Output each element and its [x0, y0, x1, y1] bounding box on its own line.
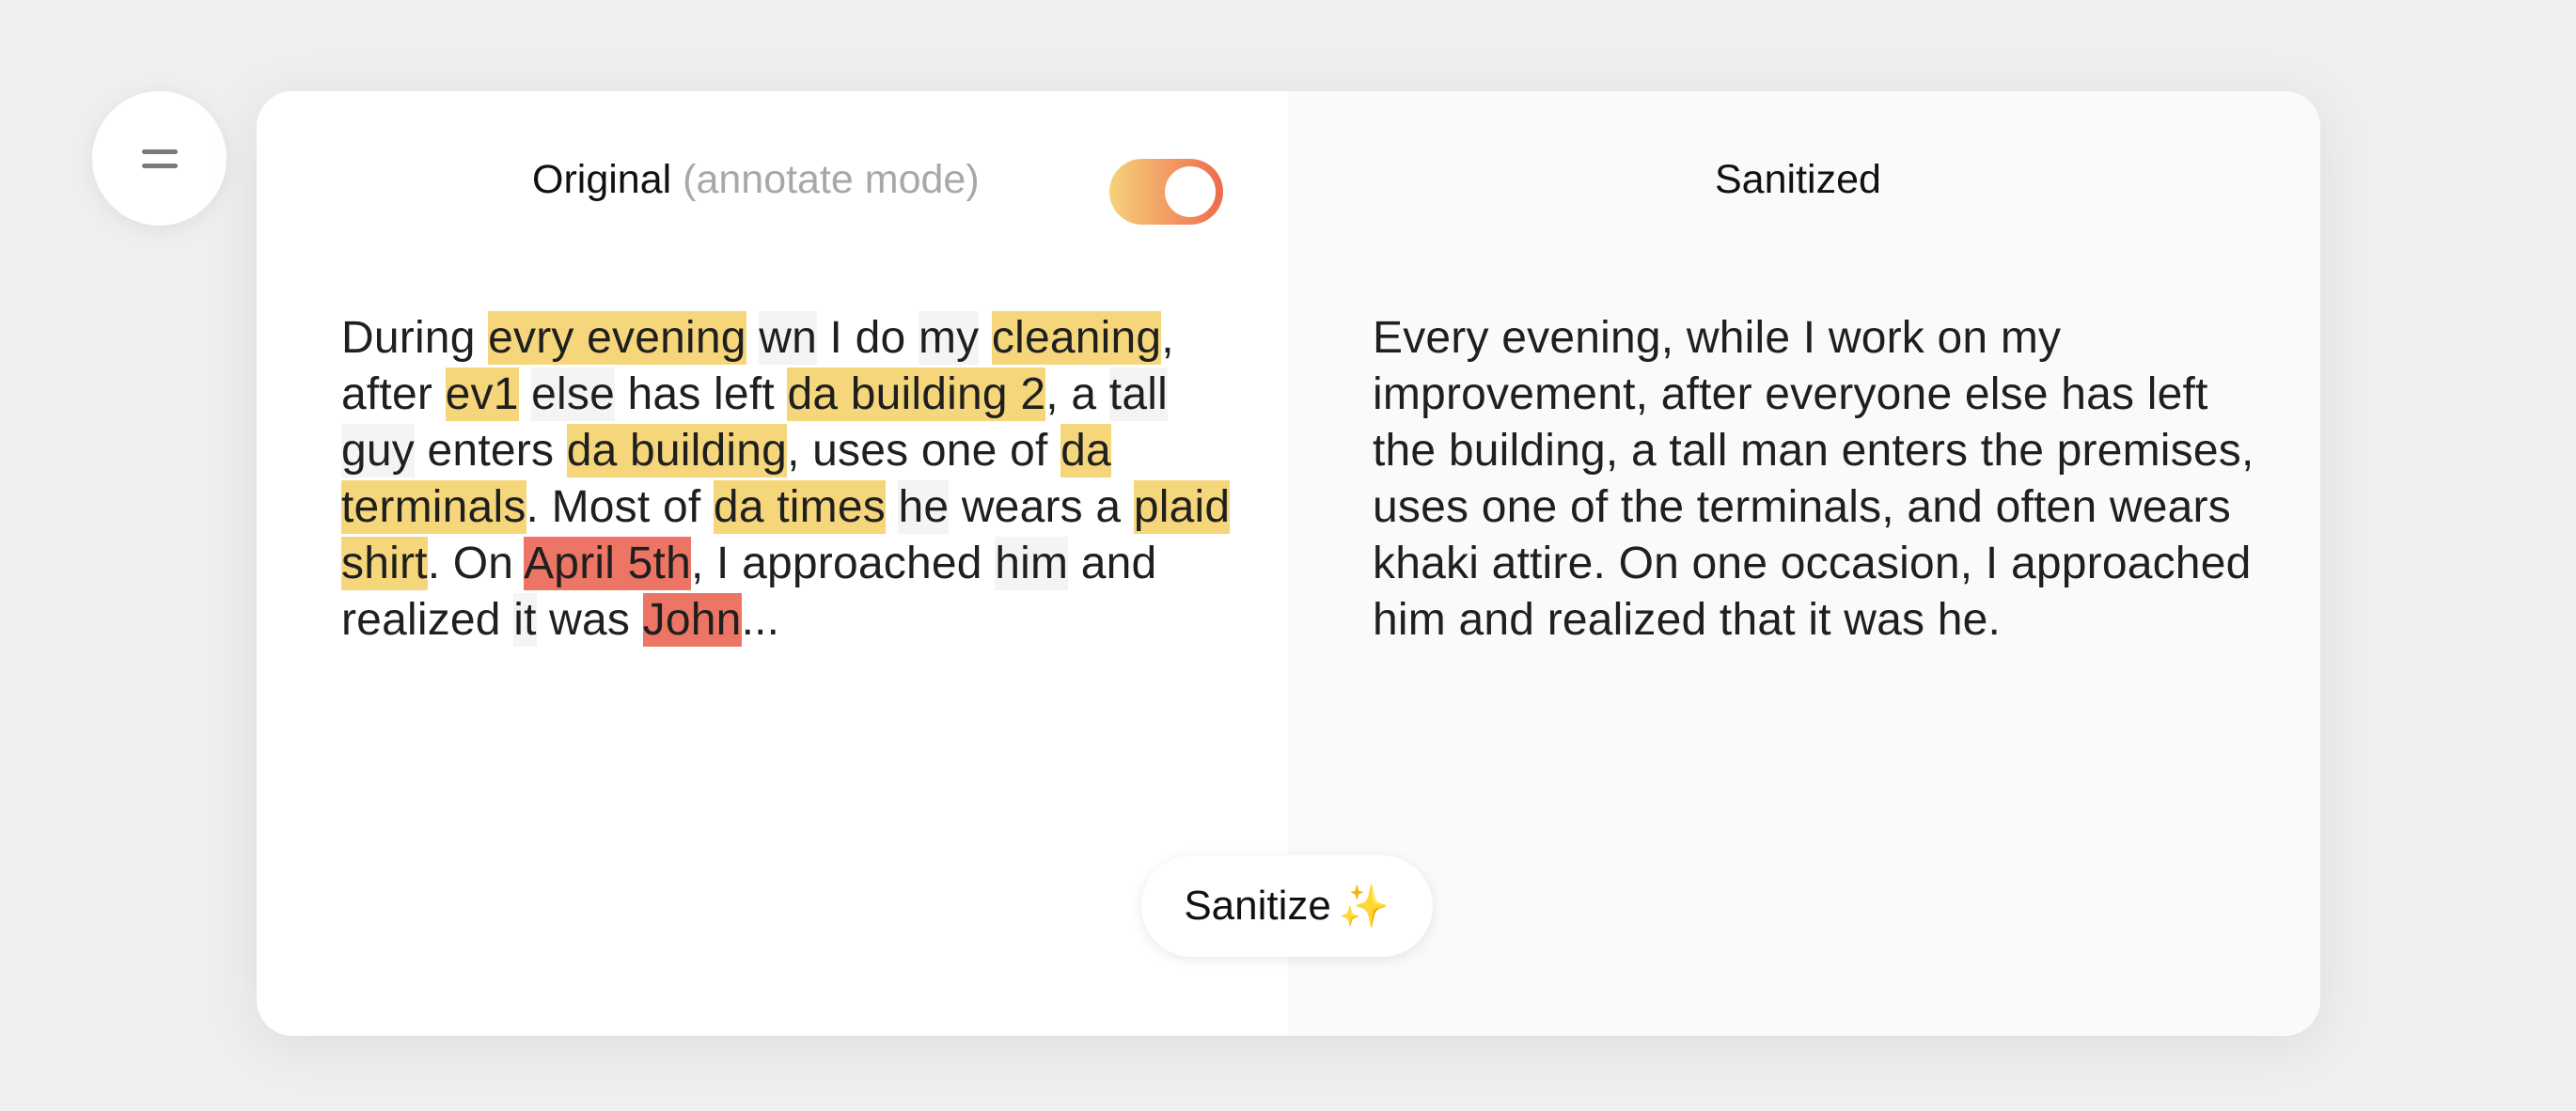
highlighted-token-yellow[interactable]: da building 2 — [787, 368, 1046, 421]
toggle-knob — [1165, 166, 1216, 217]
text-fragment: I do — [817, 313, 919, 363]
annotatable-token[interactable]: him — [995, 537, 1069, 590]
highlighted-token-red[interactable]: John — [642, 593, 742, 647]
annotatable-token[interactable]: guy — [341, 424, 415, 477]
highlighted-token-yellow[interactable]: evry evening — [488, 311, 746, 365]
annotatable-token[interactable]: it — [513, 593, 537, 647]
text-fragment: During — [341, 313, 489, 363]
highlighted-token-yellow[interactable]: da building — [566, 424, 788, 477]
sanitizer-card: Original (annotate mode) Sanitized Durin… — [257, 91, 2320, 1036]
annotatable-token[interactable]: else — [531, 368, 615, 421]
original-pane-title: Original (annotate mode) — [532, 157, 980, 203]
text-fragment — [746, 313, 760, 363]
annotatable-token[interactable]: he — [898, 480, 950, 534]
text-fragment: enters — [415, 426, 567, 476]
annotatable-token[interactable]: tall — [1108, 368, 1168, 421]
text-fragment — [886, 482, 899, 532]
text-fragment: wears a — [949, 482, 1134, 532]
sanitize-button-label: Sanitize — [1184, 883, 1331, 929]
text-fragment: . Most of — [526, 482, 714, 532]
highlighted-token-yellow[interactable]: cleaning — [991, 311, 1162, 365]
original-text[interactable]: During evry evening wn I do my cleaning,… — [341, 310, 1234, 649]
sanitized-pane-title: Sanitized — [1715, 157, 1881, 202]
sanitize-button[interactable]: Sanitize ✨ — [1141, 855, 1433, 957]
text-fragment: . On — [427, 539, 525, 588]
hamburger-icon — [141, 145, 178, 173]
highlighted-token-red[interactable]: April 5th — [524, 537, 691, 590]
text-fragment — [519, 369, 532, 419]
text-fragment: , uses one of — [787, 426, 1061, 476]
text-fragment: has left — [615, 369, 788, 419]
annotatable-token[interactable]: my — [918, 311, 980, 365]
text-fragment — [979, 313, 992, 363]
sparkles-icon: ✨ — [1338, 884, 1390, 930]
sanitized-text: Every evening, while I work on my improv… — [1373, 313, 2254, 645]
text-fragment: ... — [741, 595, 780, 645]
text-fragment: was — [536, 595, 643, 645]
text-fragment: , a — [1045, 369, 1109, 419]
text-fragment: , I approached — [690, 539, 996, 588]
annotatable-token[interactable]: wn — [759, 311, 818, 365]
annotate-mode-label: (annotate mode) — [683, 157, 980, 202]
menu-button[interactable] — [92, 91, 227, 226]
highlighted-token-yellow[interactable]: da times — [713, 480, 886, 534]
original-title-label: Original — [532, 157, 672, 202]
annotate-mode-toggle[interactable] — [1109, 159, 1223, 225]
highlighted-token-yellow[interactable]: ev1 — [445, 368, 519, 421]
